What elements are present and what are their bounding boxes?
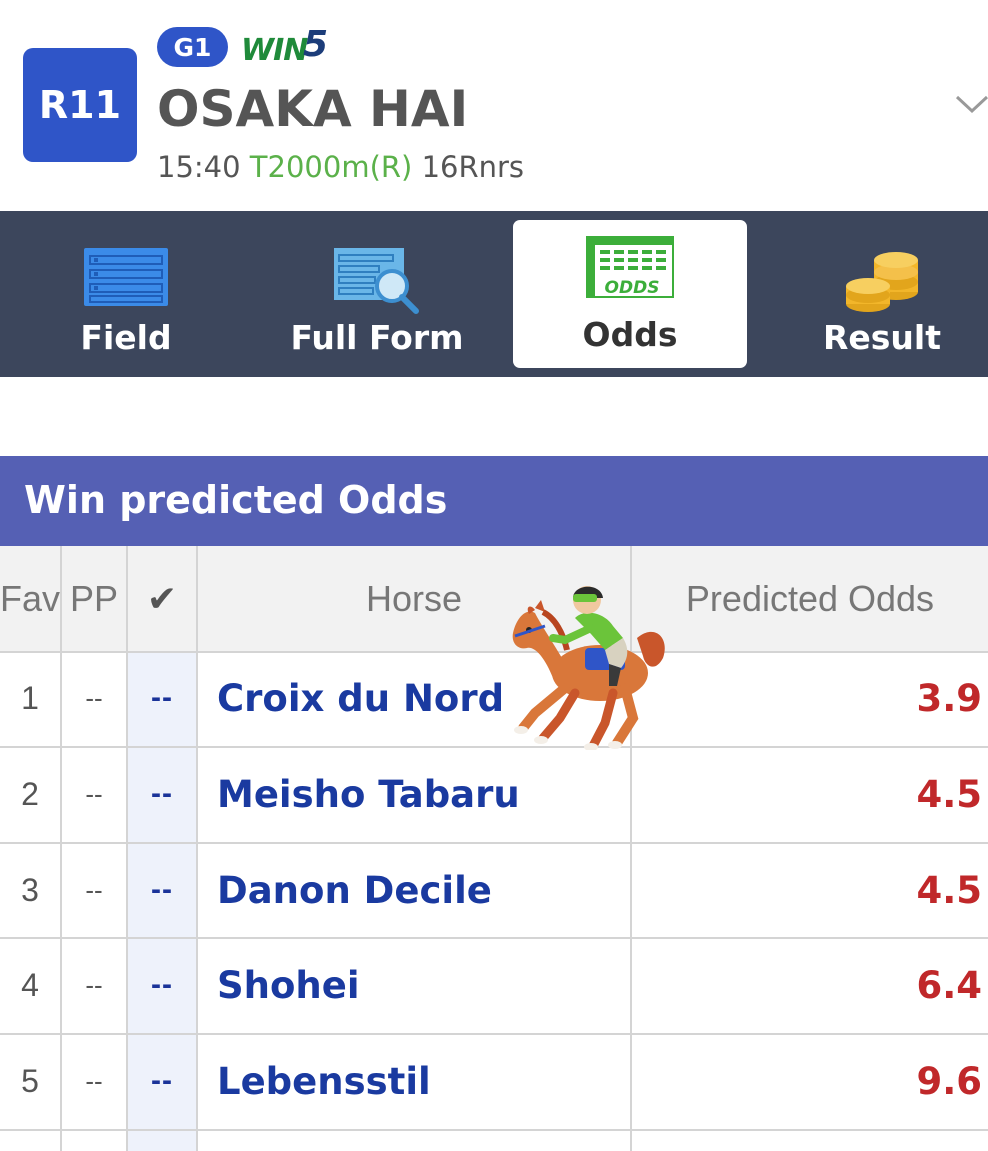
horse-name-link[interactable]: Shohei <box>217 937 360 1033</box>
tab-label: Full Form <box>290 318 464 357</box>
post-position: -- <box>85 874 103 905</box>
runners-count: 16Rnrs <box>421 150 525 184</box>
post-position: -- <box>85 969 103 1000</box>
svg-text:WIN: WIN <box>241 33 308 66</box>
table-row[interactable]: 4 -- -- Shohei 6.4 <box>0 937 988 1033</box>
odds-icon-text: ODDS <box>605 278 660 298</box>
horse-name-link[interactable]: Danon Decile <box>217 842 492 938</box>
section-header: Win predicted Odds <box>0 456 988 546</box>
tab-result[interactable]: Result <box>765 220 988 368</box>
predicted-odds: 4.5 <box>916 868 982 912</box>
predicted-odds: 4.5 <box>916 772 982 816</box>
coins-icon <box>846 252 918 312</box>
mark-cell[interactable]: -- <box>128 842 196 938</box>
predicted-odds: 9.6 <box>916 1059 982 1103</box>
post-position: -- <box>85 1065 103 1096</box>
checkmark-icon: ✔ <box>146 578 178 619</box>
tab-full-form[interactable]: Full Form <box>260 220 494 368</box>
tab-odds[interactable]: ODDS Odds <box>513 220 747 368</box>
fav-rank: 5 <box>21 1062 39 1099</box>
row-divider <box>0 1129 988 1131</box>
tab-field[interactable]: Field <box>9 220 243 368</box>
predicted-odds: 3.9 <box>916 676 982 720</box>
horse-name-link[interactable]: Meisho Tabaru <box>217 746 520 842</box>
table-row[interactable]: 5 -- -- Lebensstil 9.6 <box>0 1033 988 1129</box>
race-name: OSAKA HAI <box>157 80 469 138</box>
predicted-odds: 6.4 <box>916 963 982 1007</box>
column-header-odds[interactable]: Predicted Odds <box>632 546 988 652</box>
fav-rank: 2 <box>21 775 39 812</box>
form-search-icon <box>334 248 419 314</box>
fav-rank: 4 <box>21 966 39 1003</box>
post-position: -- <box>85 778 103 809</box>
mark-cell[interactable]: -- <box>128 746 196 842</box>
odds-sheet-icon: ODDS <box>586 236 674 298</box>
post-position: -- <box>85 682 103 713</box>
column-header-check[interactable]: ✔ <box>128 546 196 652</box>
table-row[interactable]: 1 -- -- Croix du Nord 3.9 <box>0 650 988 746</box>
grade-badge: G1 <box>157 27 228 67</box>
mark-cell[interactable]: -- <box>128 1033 196 1129</box>
horse-name-link[interactable]: Lebensstil <box>217 1033 431 1129</box>
odds-table: Fav PP ✔ Horse Predicted Odds 1 -- -- Cr… <box>0 546 988 1151</box>
fav-rank: 1 <box>21 679 39 716</box>
horse-racing-icon <box>512 586 665 750</box>
horse-name-link[interactable]: Croix du Nord <box>217 650 504 746</box>
tab-bar: Field Full Form ODDS Odds Result <box>0 211 988 377</box>
tab-label: Odds <box>582 315 678 354</box>
race-meta: 15:40 T2000m(R) 16Rnrs <box>157 150 524 184</box>
tab-label: Field <box>80 318 172 357</box>
column-header-pp[interactable]: PP <box>62 546 126 652</box>
tab-label: Result <box>822 318 941 357</box>
svg-text:5: 5 <box>303 26 328 65</box>
win5-logo: WIN 5 <box>241 26 328 66</box>
post-time: 15:40 <box>157 150 241 184</box>
list-icon <box>84 248 168 306</box>
chevron-down-icon[interactable] <box>955 92 988 116</box>
section-title: Win predicted Odds <box>24 478 448 522</box>
course-info: T2000m(R) <box>249 150 413 184</box>
column-header-fav[interactable]: Fav <box>0 546 60 652</box>
grade-label: G1 <box>173 32 212 62</box>
mark-cell[interactable]: -- <box>128 937 196 1033</box>
table-row[interactable]: 3 -- -- Danon Decile 4.5 <box>0 842 988 938</box>
table-row[interactable]: 2 -- -- Meisho Tabaru 4.5 <box>0 746 988 842</box>
mark-cell[interactable]: -- <box>128 650 196 746</box>
race-number-badge: R11 <box>23 48 137 162</box>
fav-rank: 3 <box>21 871 39 908</box>
race-number: R11 <box>38 83 122 127</box>
